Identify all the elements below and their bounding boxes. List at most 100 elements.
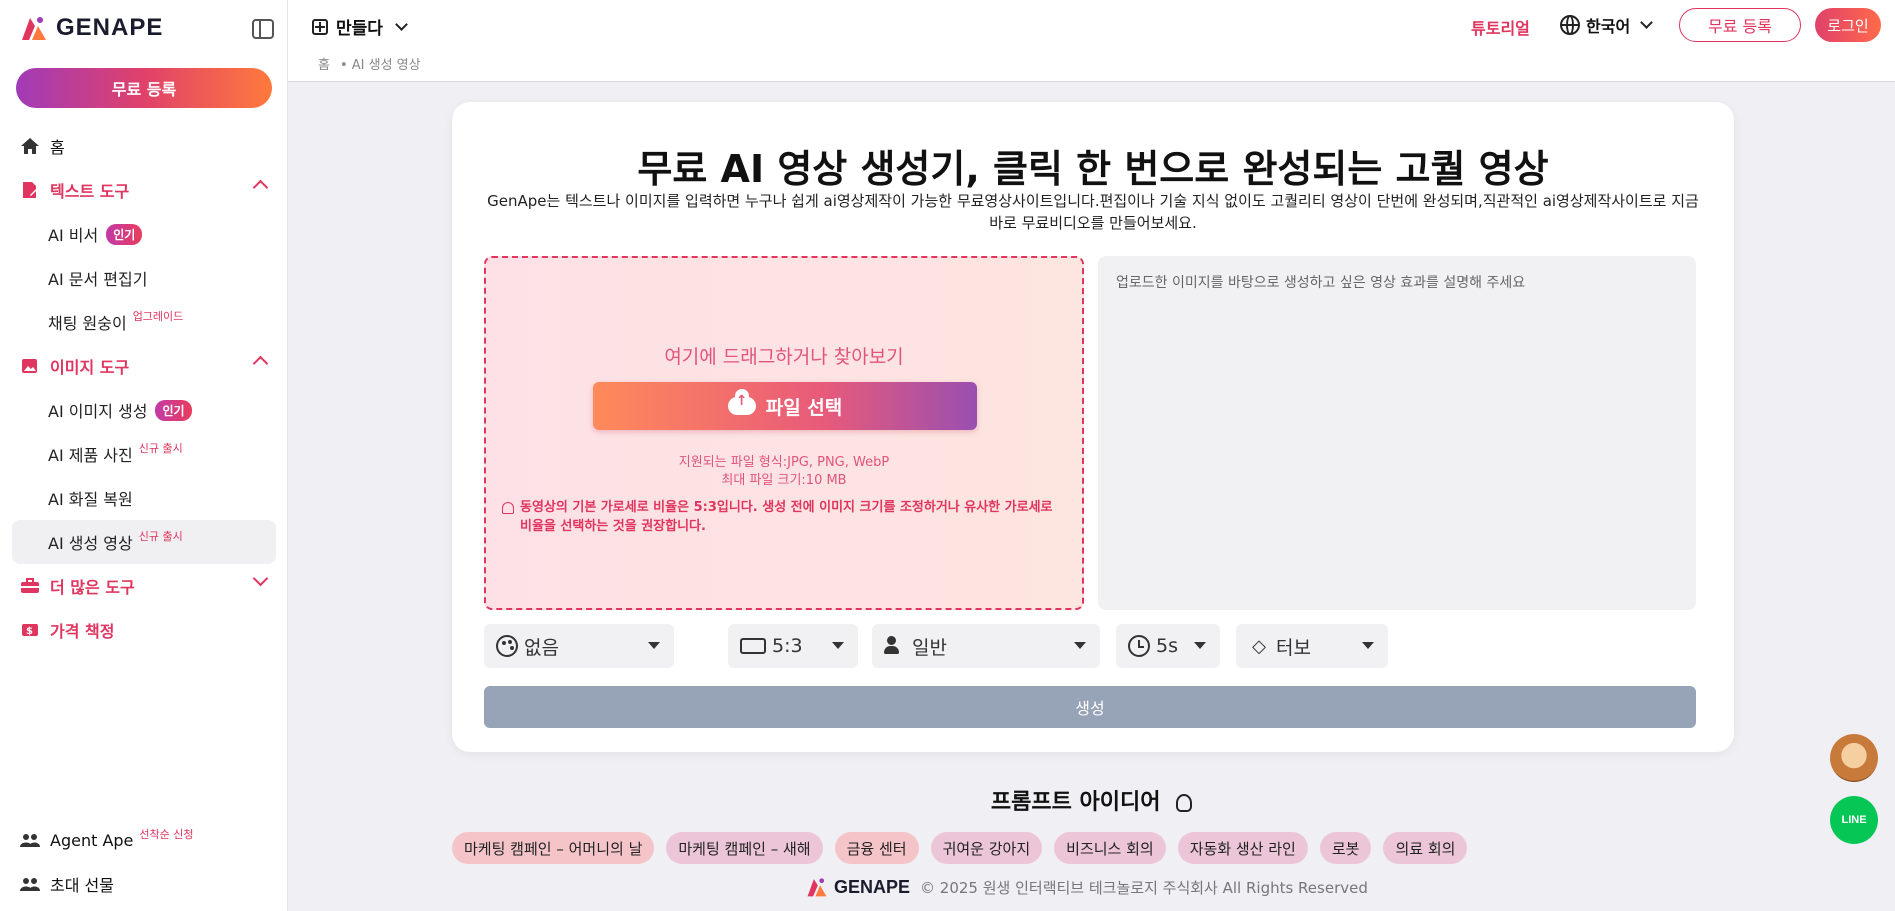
- sidebar-item-invite[interactable]: 초대 선물: [0, 862, 288, 906]
- sidebar-item-label: AI 화질 복원: [48, 490, 133, 509]
- image-tool-icon: [20, 357, 40, 375]
- style-select[interactable]: 없음: [484, 624, 674, 668]
- file-requirements: 지원되는 파일 형식:JPG, PNG, WebP 최대 파일 크기:10 MB: [486, 454, 1082, 490]
- sidebar-item-label: 채팅 원숭이: [48, 314, 127, 333]
- mode-select[interactable]: 일반: [872, 624, 1100, 668]
- caret-down-icon: [1194, 642, 1206, 649]
- sidebar-item-ai-image-gen[interactable]: AI 이미지 생성 인기: [0, 388, 288, 432]
- sidebar-category-text-tools[interactable]: 텍스트 도구: [0, 168, 288, 212]
- sidebar-item-label: AI 비서: [48, 226, 99, 245]
- sidebar-item-label: AI 제품 사진: [48, 446, 133, 465]
- sidebar-collapse-icon[interactable]: [252, 19, 274, 39]
- genape-logo-icon: [807, 878, 827, 897]
- first-come-tag: 선착순 신청: [139, 828, 194, 841]
- sidebar-item-ai-doc-editor[interactable]: AI 문서 편집기: [0, 256, 288, 300]
- copyright: © 2025 원생 인터랙티브 테크놀로지 주식회사 All Rights Re…: [920, 878, 1368, 897]
- create-menu[interactable]: 만들다: [312, 14, 408, 39]
- language-selector[interactable]: 한국어: [1560, 13, 1654, 37]
- sidebar-item-ai-restore[interactable]: AI 화질 복원: [0, 476, 288, 520]
- bell-icon: [502, 502, 514, 514]
- sidebar-signup-button[interactable]: 무료 등록: [16, 68, 272, 108]
- sidebar-item-label: Agent Ape: [50, 830, 134, 850]
- prompt-idea-chip[interactable]: 비즈니스 회의: [1054, 832, 1166, 864]
- sidebar-category-image-tools[interactable]: 이미지 도구: [0, 344, 288, 388]
- mascot-chat-button[interactable]: [1830, 734, 1878, 782]
- sidebar-item-label: AI 이미지 생성: [48, 402, 148, 421]
- toolbox-icon: [20, 577, 40, 595]
- sidebar-item-label: 초대 선물: [50, 876, 114, 895]
- max-file-size: 최대 파일 크기:10 MB: [721, 473, 847, 488]
- dropzone-prompt: 여기에 드래그하거나 찾아보기: [664, 346, 904, 368]
- choose-file-button[interactable]: 파일 선택: [593, 382, 977, 430]
- ratio-value: 5:3: [772, 635, 803, 657]
- clock-icon: [1128, 635, 1150, 657]
- prompt-idea-chip[interactable]: 금융 센터: [834, 832, 919, 864]
- new-release-tag: 신규 출시: [138, 530, 183, 543]
- new-release-tag: 신규 출시: [138, 442, 183, 455]
- page-title: 무료 AI 영상 생성기, 클릭 한 번으로 완성되는 고퀄 영상: [637, 147, 1549, 191]
- language-label: 한국어: [1586, 17, 1631, 36]
- sidebar-item-label: 홈: [50, 138, 65, 157]
- chevron-down-icon: [395, 17, 408, 31]
- sidebar-category-more-tools[interactable]: 더 많은 도구: [0, 564, 288, 608]
- tutorial-link[interactable]: 튜토리얼: [1471, 15, 1530, 39]
- footer-logo: GENAPE: [806, 876, 910, 898]
- prompt-idea-chip[interactable]: 자동화 생산 라인: [1177, 832, 1308, 864]
- breadcrumb-current: • AI 생성 영상: [339, 58, 421, 73]
- warning-text-pre: 동영상의 기본 가로세로 비율은: [520, 500, 694, 515]
- upgrade-tag: 업그레이드: [132, 310, 184, 323]
- diamond-icon: ◇: [1252, 635, 1266, 657]
- sidebar: GENAPE 무료 등록 홈 텍스트 도구 AI 비서 인기 AI 문서 편집기…: [0, 0, 288, 911]
- genape-logo-icon: [22, 17, 46, 40]
- logo[interactable]: GENAPE: [20, 14, 163, 42]
- warning-text: 동영상의 기본 가로세로 비율은 5:3입니다. 생성 전에 이미지 크기를 조…: [520, 498, 1062, 536]
- prompt-ideas-title: 프롬프트 아이디어: [990, 790, 1161, 815]
- line-chat-button[interactable]: LINE: [1830, 796, 1878, 844]
- sidebar-item-label: AI 문서 편집기: [48, 270, 148, 289]
- prompt-idea-chip[interactable]: 로봇: [1319, 832, 1372, 864]
- caret-down-icon: [1362, 642, 1374, 649]
- ratio-select[interactable]: 5:3: [728, 624, 858, 668]
- chevron-down-icon: [252, 570, 269, 587]
- caret-down-icon: [832, 642, 844, 649]
- sidebar-item-agent-ape[interactable]: Agent Ape 선착순 신청: [0, 818, 288, 862]
- prompt-idea-chip[interactable]: 귀여운 강아지: [930, 832, 1043, 864]
- warning-ratio: 5:3: [693, 500, 717, 515]
- chevron-up-icon: [252, 179, 269, 196]
- login-button[interactable]: 로그인: [1815, 8, 1881, 42]
- breadcrumb: 홈 • AI 생성 영상: [318, 54, 421, 73]
- sidebar-item-pricing[interactable]: $ 가격 책정: [0, 608, 288, 652]
- popular-badge: 인기: [155, 399, 192, 421]
- upload-dropzone[interactable]: 여기에 드래그하거나 찾아보기 파일 선택 지원되는 파일 형식:JPG, PN…: [484, 256, 1084, 610]
- duration-select[interactable]: 5s: [1116, 624, 1220, 668]
- footer-logo-text: GENAPE: [834, 876, 911, 897]
- mode-value: 일반: [912, 636, 947, 659]
- plus-square-icon: [312, 18, 328, 35]
- choose-file-label: 파일 선택: [765, 396, 843, 419]
- signup-button[interactable]: 무료 등록: [1679, 8, 1801, 42]
- top-bar: 만들다 홈 • AI 생성 영상 튜토리얼 한국어 무료 등록 로그인: [288, 0, 1895, 82]
- user-list-icon: [884, 635, 906, 657]
- text-tool-icon: [20, 181, 40, 199]
- chevron-down-icon: [1640, 16, 1654, 29]
- prompt-idea-chip[interactable]: 마케팅 캠페인 – 새해: [666, 832, 823, 864]
- caret-down-icon: [1074, 642, 1086, 649]
- effect-prompt-input[interactable]: [1098, 256, 1696, 610]
- speed-select[interactable]: ◇ 터보: [1236, 624, 1388, 668]
- sidebar-item-chat-monkey[interactable]: 채팅 원숭이 업그레이드: [0, 300, 288, 344]
- generate-button[interactable]: 생성: [484, 686, 1696, 728]
- style-value: 없음: [524, 636, 559, 659]
- sidebar-item-ai-video[interactable]: AI 생성 영상 신규 출시: [12, 520, 276, 564]
- popular-badge: 인기: [106, 223, 143, 245]
- sidebar-item-home[interactable]: 홈: [0, 124, 288, 168]
- lightbulb-icon: [1176, 794, 1193, 812]
- prompt-idea-chip[interactable]: 마케팅 캠페인 – 어머니의 날: [452, 832, 655, 864]
- sidebar-category-label: 텍스트 도구: [50, 182, 130, 201]
- sidebar-category-label: 이미지 도구: [50, 358, 130, 377]
- prompt-idea-chip[interactable]: 의료 회의: [1383, 832, 1468, 864]
- create-menu-label: 만들다: [336, 19, 383, 39]
- footer: GENAPE © 2025 원생 인터랙티브 테크놀로지 주식회사 All Ri…: [806, 876, 1368, 898]
- sidebar-item-ai-assistant[interactable]: AI 비서 인기: [0, 212, 288, 256]
- breadcrumb-home[interactable]: 홈: [318, 54, 330, 73]
- sidebar-item-ai-product-photo[interactable]: AI 제품 사진 신규 출시: [0, 432, 288, 476]
